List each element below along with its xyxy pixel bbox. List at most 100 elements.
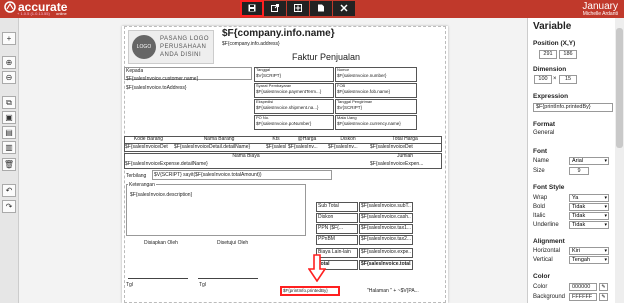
vertical-select[interactable]: Tengah ▾ [569,256,609,264]
total-value-5[interactable]: $F{salesInvoice.expe... [361,249,411,255]
total-value-1[interactable]: $F{salesInvoice.subT... [361,203,411,209]
design-canvas[interactable]: LOGO PASANG LOGO PERUSAHAAN ANDA DISINI … [19,18,527,303]
color-section-label: Color [533,273,550,280]
font-name-select[interactable]: Arial ▾ [569,157,609,165]
col-total-harga: Total Harga [392,136,418,142]
layer-icon: ▥ [5,143,13,152]
total-label-1: Sub Total [318,203,339,209]
bold-select[interactable]: Tidak ▾ [569,203,609,211]
document-button[interactable] [310,1,332,16]
position-x-input[interactable]: 291 [539,50,557,59]
wrap-select[interactable]: Ya ▾ [569,194,609,202]
cell-diskon[interactable]: $F{salesInv... [328,144,368,150]
color-picker-button[interactable]: ✎ [599,283,608,291]
position-y-input[interactable]: 186 [559,50,577,59]
format-value[interactable]: General [533,130,554,137]
cell-kode[interactable]: $F{salesInvoiceDet [125,144,172,150]
total-value-6[interactable]: $F{salesInvoice.total... [361,261,411,267]
page-number-field[interactable]: "Halaman " + ~$V{PA... [367,288,429,294]
bold-value: Tidak [572,204,586,210]
total-label-3: PPN ($F{... [318,225,344,231]
printed-by-field[interactable]: $F{printInfo.printedBy} [280,286,340,296]
redo-icon: ↷ [5,202,13,211]
cell-kts[interactable]: $F{salesIn... [266,144,286,150]
customer-address[interactable]: $F{salesInvoice.toAddress} [126,85,187,91]
width-input[interactable]: 100 [534,75,552,84]
horizontal-select[interactable]: Kiri ▾ [569,247,609,255]
background-input[interactable]: FFFFFF [569,293,597,301]
field-label-6: Tanggal Pengiriman [337,99,373,104]
add-element-button[interactable]: + [2,32,16,45]
export-button[interactable] [264,1,286,16]
zoom-out-button[interactable]: ⊖ [2,71,16,84]
delete-button[interactable]: 🗑 [2,158,16,171]
invoice-paper[interactable]: LOGO PASANG LOGO PERUSAHAAN ANDA DISINI … [122,26,448,303]
field-value-4[interactable]: $F{salesInvoice.fob.name} [337,89,415,95]
redo-button[interactable]: ↷ [2,200,16,213]
color-input[interactable]: 000000 [569,283,597,291]
total-value-2[interactable]: $F{salesInvoice.cash... [361,214,411,220]
copy-button[interactable]: ⧉ [2,96,16,109]
terbilang-value[interactable]: $V{SCRIPT} sayit($F{salesInvoice.totalAm… [154,172,330,178]
total-value-3[interactable]: $F{salesInvoice.tax1... [361,225,411,231]
company-address[interactable]: $F{company.info.address} [222,41,280,47]
cell-total[interactable]: $F{salesInvoiceDet [370,144,440,150]
cell-biaya[interactable]: $F{salesInvoiceExpense.detailName} [125,161,365,167]
vertical-label: Vertical [533,257,553,263]
dimension-separator: × [553,76,557,82]
expression-input[interactable]: $F{printInfo.printedBy} [533,103,613,112]
cell-nama[interactable]: $F{salesInvoiceDetail.detailName} [174,144,264,150]
col-nama-barang: Nama Barang [203,136,235,142]
expression-label: Expression [533,93,569,100]
field-label-3: Syarat Pembayaran [256,83,292,88]
field-value-7[interactable]: $F{salesInvoice.poNumber} [256,121,332,127]
field-value-1[interactable]: $V{SCRIPT} [256,73,281,79]
italic-select[interactable]: Tidak ▾ [569,212,609,220]
col-harga: @Harga [297,136,317,142]
bring-front-button[interactable]: ▣ [2,111,16,124]
field-value-6[interactable]: $V{SCRIPT} [337,105,415,111]
close-button[interactable] [333,1,355,16]
col-kode-barang: Kode Barang [133,136,164,142]
keterangan-label: Keterangan [128,182,156,188]
save-button[interactable] [240,0,264,17]
signature-approved-label: Disetujui Oleh [217,240,249,246]
customer-name[interactable]: $F{salesInvoice.customer.name} [126,76,198,82]
cell-harga[interactable]: $F{salesInv... [288,144,326,150]
col-nama-biaya: Nama Biaya [232,153,260,159]
invoice-title[interactable]: Faktur Penjualan [292,52,360,63]
field-label-2: Nomor [337,67,350,72]
underline-select[interactable]: Tidak ▾ [569,221,609,229]
center-button[interactable] [287,1,309,16]
zoom-in-button[interactable]: ⊕ [2,56,16,69]
total-value-4[interactable]: $F{salesInvoice.tax2... [361,236,411,242]
company-name[interactable]: $F{company.info.name} [222,28,335,40]
chevron-down-icon: ▾ [604,213,607,219]
panel-scrollbar[interactable] [615,18,624,303]
font-size-input[interactable]: 9 [569,167,589,175]
close-icon [340,4,348,12]
field-value-5[interactable]: $F{salesInvoice.shipment.na...} [256,105,332,111]
background-picker-button[interactable]: ✎ [599,293,608,301]
height-input[interactable]: 15 [559,75,577,84]
logo-text-3: ANDA DISINI [160,52,202,58]
send-back-button[interactable]: ▤ [2,126,16,139]
layer-button[interactable]: ▥ [2,141,16,154]
description-field[interactable]: $F{salesInvoice.description} [130,192,192,198]
italic-label: Italic [533,213,546,219]
plus-icon: + [6,34,12,43]
cell-jumlah[interactable]: $F{salesInvoiceExpen... [370,161,440,167]
background-label: Background [533,294,566,300]
position-label: Position (X,Y) [533,40,576,47]
tgl-label-1: Tgl [126,282,133,288]
horizontal-label: Horizontal [533,248,561,254]
app-online-label: online [56,11,67,16]
col-kts: Kts [272,136,280,142]
field-value-8[interactable]: $F{salesInvoice.currency.name} [337,121,415,127]
field-value-2[interactable]: $F{salesInvoice.number} [337,73,415,79]
signature-line-1 [128,278,188,279]
scrollbar-thumb[interactable] [616,28,623,148]
wrap-value: Ya [572,195,579,201]
undo-button[interactable]: ↶ [2,184,16,197]
field-value-3[interactable]: $F{salesInvoice.paymentTerm...} [256,89,332,95]
